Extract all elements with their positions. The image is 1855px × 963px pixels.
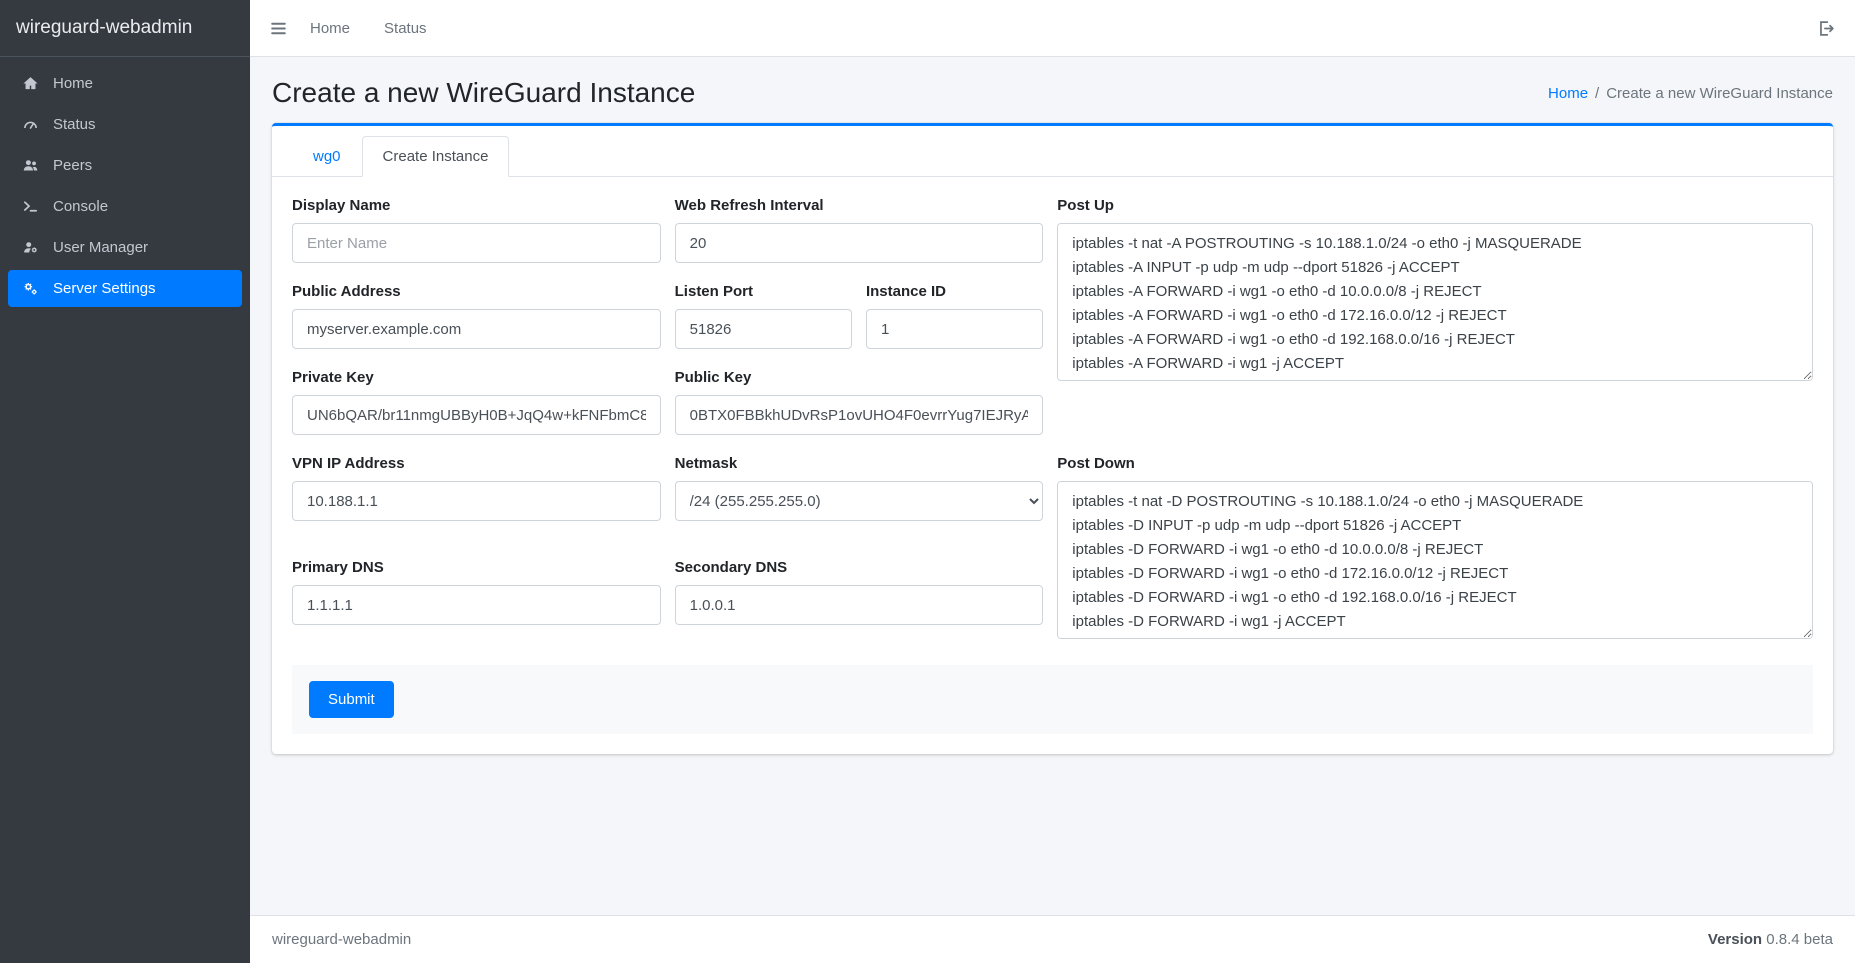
public-key-label: Public Key <box>675 369 1044 386</box>
breadcrumb-current: Create a new WireGuard Instance <box>1606 85 1833 102</box>
display-name-label: Display Name <box>292 197 661 214</box>
post-down-label: Post Down <box>1057 455 1813 472</box>
sidebar-item-status[interactable]: Status <box>8 106 242 143</box>
sidebar-item-server-settings[interactable]: Server Settings <box>8 270 242 307</box>
field-post-up: Post Up iptables -t nat -A POSTROUTING -… <box>1057 197 1813 385</box>
listen-port-label: Listen Port <box>675 283 852 300</box>
primary-dns-input[interactable] <box>292 585 661 625</box>
sidebar-item-label: Status <box>53 116 96 133</box>
users-icon <box>20 157 41 174</box>
home-icon <box>20 75 41 92</box>
sidebar-item-label: Home <box>53 75 93 92</box>
tab-wg0[interactable]: wg0 <box>292 136 362 177</box>
sidebar: wireguard-webadmin Home Status Peers <box>0 0 250 963</box>
vpn-ip-input[interactable] <box>292 481 661 521</box>
private-key-input[interactable] <box>292 395 661 435</box>
instance-form: Display Name Web Refresh Interval Post U… <box>272 177 1833 754</box>
top-navbar: Home Status <box>250 0 1855 57</box>
field-instance-id: Instance ID <box>866 283 1043 349</box>
instance-id-input[interactable] <box>866 309 1043 349</box>
public-address-input[interactable] <box>292 309 661 349</box>
field-post-down: Post Down iptables -t nat -D POSTROUTING… <box>1057 455 1813 643</box>
page-footer: wireguard-webadmin Version 0.8.4 beta <box>250 915 1855 963</box>
field-display-name: Display Name <box>292 197 661 263</box>
display-name-input[interactable] <box>292 223 661 263</box>
gears-icon <box>20 280 41 297</box>
field-web-refresh-interval: Web Refresh Interval <box>675 197 1044 263</box>
field-vpn-ip: VPN IP Address <box>292 455 661 539</box>
post-up-textarea[interactable]: iptables -t nat -A POSTROUTING -s 10.188… <box>1057 223 1813 381</box>
private-key-label: Private Key <box>292 369 661 386</box>
footer-version-value: 0.8.4 beta <box>1766 931 1833 948</box>
post-down-textarea[interactable]: iptables -t nat -D POSTROUTING -s 10.188… <box>1057 481 1813 639</box>
field-listen-port: Listen Port <box>675 283 852 349</box>
port-id-row: Listen Port Instance ID <box>675 283 1044 349</box>
breadcrumb: Home / Create a new WireGuard Instance <box>1548 85 1833 102</box>
content: wg0 Create Instance Display Name Web Ref… <box>250 123 1855 776</box>
vpn-ip-label: VPN IP Address <box>292 455 661 472</box>
footer-version: Version 0.8.4 beta <box>1708 931 1833 948</box>
navbar-link-home[interactable]: Home <box>310 20 350 37</box>
web-refresh-interval-input[interactable] <box>675 223 1044 263</box>
sidebar-toggle-icon[interactable] <box>269 19 288 38</box>
submit-button[interactable]: Submit <box>309 681 394 718</box>
footer-app-name: wireguard-webadmin <box>272 931 411 948</box>
sidebar-item-label: Server Settings <box>53 280 156 297</box>
netmask-label: Netmask <box>675 455 1044 472</box>
app-wrapper: wireguard-webadmin Home Status Peers <box>0 0 1855 963</box>
public-address-label: Public Address <box>292 283 661 300</box>
public-key-input[interactable] <box>675 395 1044 435</box>
instance-tabs: wg0 Create Instance <box>272 126 1833 177</box>
field-primary-dns: Primary DNS <box>292 559 661 643</box>
sidebar-item-label: Console <box>53 198 108 215</box>
instance-card: wg0 Create Instance Display Name Web Ref… <box>272 123 1833 754</box>
tachometer-icon <box>20 116 41 133</box>
instance-id-label: Instance ID <box>866 283 1043 300</box>
field-public-key: Public Key <box>675 369 1044 435</box>
terminal-icon <box>20 198 41 215</box>
tab-create-instance[interactable]: Create Instance <box>362 136 510 177</box>
sidebar-item-label: Peers <box>53 157 92 174</box>
post-up-label: Post Up <box>1057 197 1813 214</box>
field-public-address: Public Address <box>292 283 661 349</box>
sidebar-item-home[interactable]: Home <box>8 65 242 102</box>
users-gear-icon <box>20 239 41 256</box>
content-header: Create a new WireGuard Instance Home / Cre… <box>250 57 1855 123</box>
sidebar-item-console[interactable]: Console <box>8 188 242 225</box>
sidebar-item-user-manager[interactable]: User Manager <box>8 229 242 266</box>
main-column: Home Status Create a new WireGuard Insta… <box>250 0 1855 963</box>
netmask-select[interactable]: /24 (255.255.255.0) <box>675 481 1044 521</box>
breadcrumb-home-link[interactable]: Home <box>1548 85 1588 102</box>
field-netmask: Netmask /24 (255.255.255.0) <box>675 455 1044 539</box>
breadcrumb-separator: / <box>1595 85 1599 102</box>
brand-link[interactable]: wireguard-webadmin <box>0 0 250 57</box>
field-private-key: Private Key <box>292 369 661 435</box>
listen-port-input[interactable] <box>675 309 852 349</box>
primary-dns-label: Primary DNS <box>292 559 661 576</box>
sidebar-nav: Home Status Peers Console <box>0 57 250 319</box>
sidebar-item-peers[interactable]: Peers <box>8 147 242 184</box>
navbar-link-status[interactable]: Status <box>384 20 427 37</box>
logout-icon[interactable] <box>1817 19 1836 38</box>
web-refresh-interval-label: Web Refresh Interval <box>675 197 1044 214</box>
secondary-dns-input[interactable] <box>675 585 1044 625</box>
submit-band: Submit <box>292 665 1813 734</box>
footer-version-label: Version <box>1708 931 1762 948</box>
secondary-dns-label: Secondary DNS <box>675 559 1044 576</box>
field-secondary-dns: Secondary DNS <box>675 559 1044 643</box>
page-title: Create a new WireGuard Instance <box>272 77 695 109</box>
sidebar-item-label: User Manager <box>53 239 148 256</box>
